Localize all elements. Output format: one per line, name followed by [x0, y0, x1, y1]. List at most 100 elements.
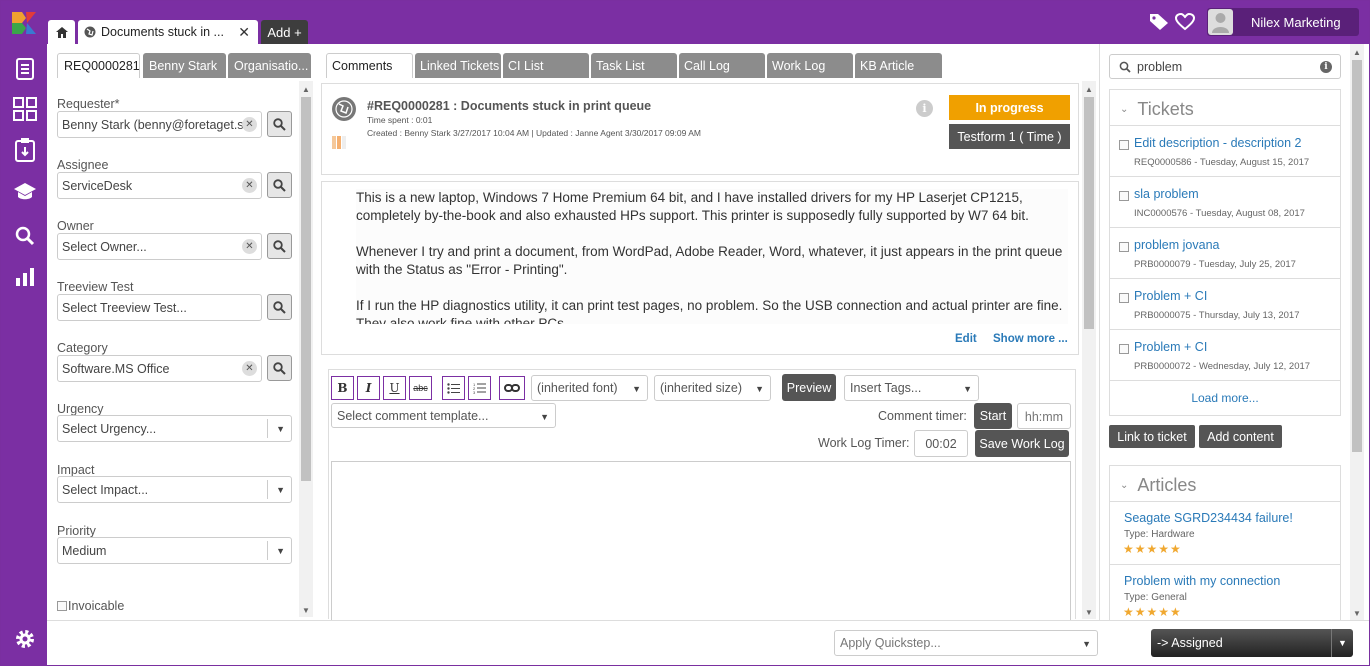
tab-comments[interactable]: Comments [326, 53, 413, 78]
scroll-down-icon[interactable]: ▼ [1353, 609, 1361, 618]
assignee-search-button[interactable] [267, 172, 292, 198]
show-more-link[interactable]: Show more ... [993, 333, 1068, 345]
ticket-link[interactable]: problem jovana [1134, 238, 1219, 252]
treeview-field[interactable]: Select Treeview Test... [57, 294, 262, 321]
checkbox[interactable] [1119, 140, 1129, 150]
dashboard-icon[interactable] [13, 97, 37, 121]
article-link[interactable]: Problem with my connection [1124, 574, 1280, 588]
checkbox[interactable] [1119, 293, 1129, 303]
app-logo[interactable] [12, 12, 36, 34]
list-item[interactable]: problem jovana PRB0000079 - Tuesday, July… [1110, 227, 1341, 278]
right-scrollbar[interactable]: ▲ ▼ [1350, 44, 1364, 620]
tab-request-id[interactable]: REQ0000281 [57, 53, 140, 78]
tab-ci-list[interactable]: CI List [503, 53, 589, 78]
clear-icon[interactable]: ✕ [242, 361, 257, 376]
tab-organisation[interactable]: Organisatio... [228, 53, 311, 78]
checkbox[interactable] [1119, 242, 1129, 252]
fields-scrollbar[interactable]: ▲ ▼ [299, 81, 313, 617]
load-more-link[interactable]: Load more... [1110, 380, 1340, 415]
chevron-down-icon[interactable]: ▼ [1331, 629, 1353, 657]
scroll-up-icon[interactable]: ▲ [1353, 48, 1361, 57]
list-item[interactable]: Seagate SGRD234434 failure! Type: Hardwa… [1110, 501, 1340, 564]
scroll-down-icon[interactable]: ▼ [1085, 608, 1093, 617]
comment-time-input[interactable]: hh:mm [1017, 403, 1071, 429]
size-select[interactable]: (inherited size) ▼ [654, 375, 771, 401]
numbered-list-button[interactable]: 123 [468, 376, 491, 400]
category-search-button[interactable] [267, 355, 292, 381]
ticket-link[interactable]: Problem + CI [1134, 340, 1207, 354]
tab-work-log[interactable]: Work Log [767, 53, 853, 78]
requester-field[interactable]: Benny Stark (benny@foretaget.se) ✕ [57, 111, 262, 138]
urgency-select[interactable]: Select Urgency... ▼ [57, 415, 292, 442]
list-item[interactable]: sla problem INC0000576 - Tuesday, August … [1110, 176, 1341, 227]
priority-select[interactable]: Medium ▼ [57, 537, 292, 564]
tab-call-log[interactable]: Call Log [679, 53, 765, 78]
underline-button[interactable]: U [383, 376, 406, 400]
invoicable-checkbox[interactable]: Invoicable [57, 599, 124, 613]
add-tab-button[interactable]: Add + [261, 20, 308, 44]
requester-search-button[interactable] [267, 111, 292, 137]
owner-field[interactable]: Select Owner... ✕ [57, 233, 262, 260]
ticket-link[interactable]: sla problem [1134, 187, 1199, 201]
heart-icon[interactable] [1174, 12, 1196, 36]
bold-button[interactable]: B [331, 376, 354, 400]
gear-icon[interactable] [13, 627, 37, 651]
info-icon[interactable]: i [916, 100, 933, 117]
edit-link[interactable]: Edit [955, 333, 977, 345]
font-select[interactable]: (inherited font) ▼ [531, 375, 648, 401]
insert-tags-select[interactable]: Insert Tags... ▼ [844, 375, 979, 401]
article-link[interactable]: Seagate SGRD234434 failure! [1124, 511, 1293, 525]
info-icon[interactable]: i [1320, 61, 1332, 73]
clipboard-icon[interactable] [13, 138, 37, 162]
checkbox[interactable] [1119, 191, 1129, 201]
checkbox-box[interactable] [57, 601, 67, 611]
start-timer-button[interactable]: Start [974, 403, 1012, 429]
ticket-link[interactable]: Problem + CI [1134, 289, 1207, 303]
italic-button[interactable]: I [357, 376, 380, 400]
comment-template-select[interactable]: Select comment template... ▼ [331, 403, 556, 428]
form-button[interactable]: Testform 1 ( Time ) [949, 124, 1070, 149]
owner-search-button[interactable] [267, 233, 292, 259]
add-content-button[interactable]: Add content [1199, 425, 1282, 448]
education-icon[interactable] [13, 180, 37, 204]
chart-icon[interactable] [13, 265, 37, 289]
articles-header[interactable]: ⌄ Articles [1120, 475, 1196, 496]
link-to-ticket-button[interactable]: Link to ticket [1109, 425, 1195, 448]
scroll-down-icon[interactable]: ▼ [302, 606, 310, 615]
status-badge[interactable]: In progress [949, 95, 1070, 120]
checkbox[interactable] [1119, 344, 1129, 354]
list-item[interactable]: Problem with my connection Type: General… [1110, 564, 1340, 627]
kb-search-input[interactable]: problem i [1109, 54, 1341, 79]
assigned-status-button[interactable]: -> Assigned ▼ [1151, 629, 1353, 657]
strikethrough-button[interactable]: abc [409, 376, 432, 400]
scroll-thumb[interactable] [1084, 97, 1094, 329]
tickets-header[interactable]: ⌄ Tickets [1120, 99, 1194, 120]
clear-icon[interactable]: ✕ [242, 178, 257, 193]
list-item[interactable]: Problem + CI PRB0000072 - Wednesday, July… [1110, 329, 1341, 380]
impact-select[interactable]: Select Impact... ▼ [57, 476, 292, 503]
link-button[interactable] [499, 376, 525, 400]
scroll-up-icon[interactable]: ▲ [1085, 85, 1093, 94]
tab-requester[interactable]: Benny Stark [143, 53, 226, 78]
category-field[interactable]: Software.MS Office ✕ [57, 355, 262, 382]
home-tab[interactable] [48, 20, 75, 44]
tag-icon[interactable] [1149, 13, 1169, 36]
tab-task-list[interactable]: Task List [591, 53, 677, 78]
document-icon[interactable] [13, 57, 37, 81]
ticket-tab[interactable]: Documents stuck in ... ✕ [78, 20, 258, 44]
close-icon[interactable]: ✕ [238, 24, 250, 41]
search-icon[interactable] [13, 224, 37, 248]
scroll-thumb[interactable] [1352, 60, 1362, 452]
quickstep-select[interactable]: Apply Quickstep... ▼ [834, 630, 1098, 656]
main-scrollbar[interactable]: ▲ ▼ [1082, 81, 1096, 619]
scroll-thumb[interactable] [301, 97, 311, 481]
tab-linked-tickets[interactable]: Linked Tickets [415, 53, 501, 78]
tab-kb-article[interactable]: KB Article [855, 53, 942, 78]
comment-textarea[interactable] [331, 461, 1071, 621]
scroll-up-icon[interactable]: ▲ [302, 85, 310, 94]
profile-menu[interactable]: Nilex Marketing [1207, 8, 1359, 36]
assignee-field[interactable]: ServiceDesk ✕ [57, 172, 262, 199]
preview-button[interactable]: Preview [782, 374, 836, 401]
save-work-log-button[interactable]: Save Work Log [975, 430, 1069, 457]
list-item[interactable]: Problem + CI PRB0000075 - Thursday, July … [1110, 278, 1341, 329]
